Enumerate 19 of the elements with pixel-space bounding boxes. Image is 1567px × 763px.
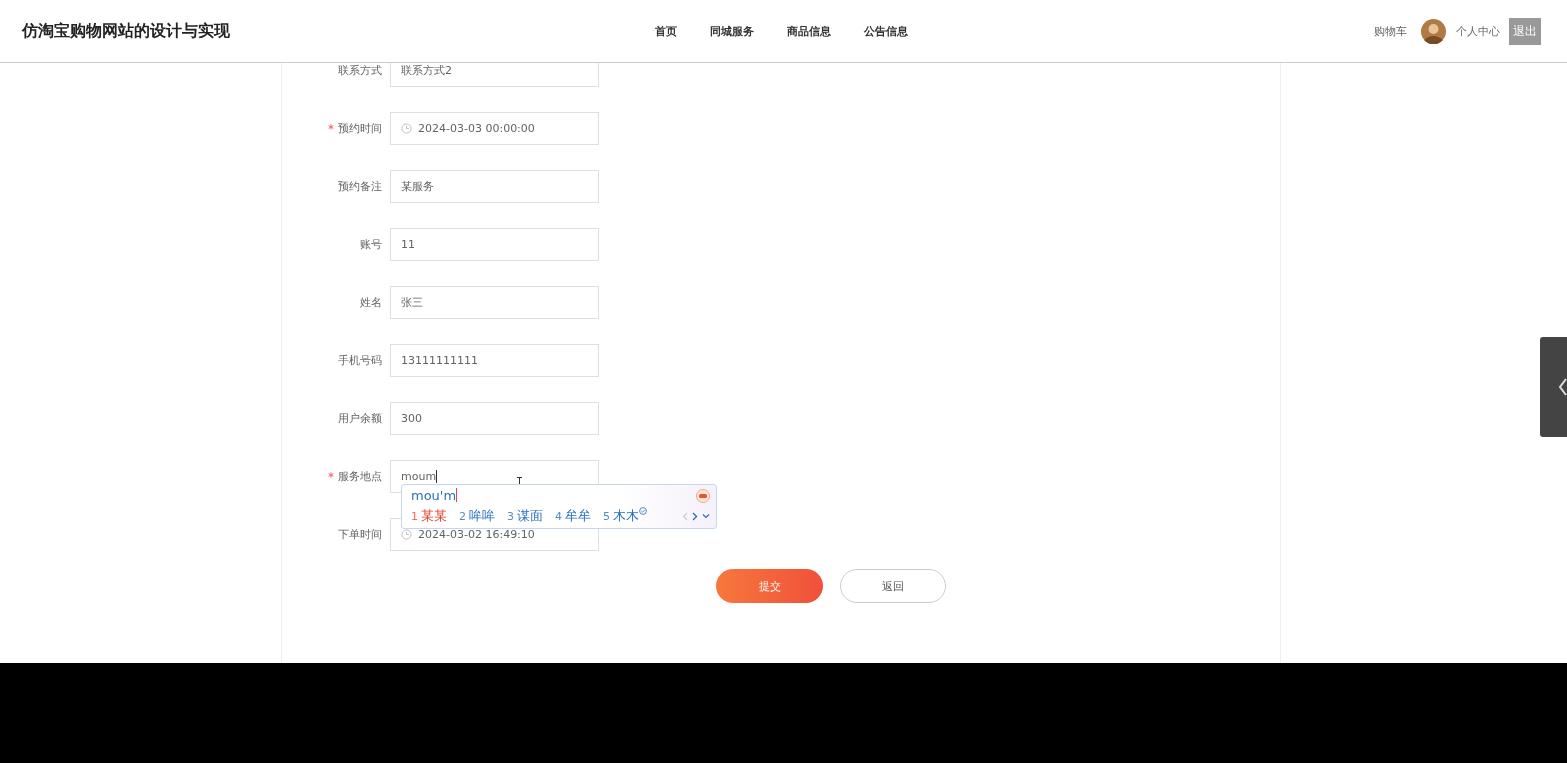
field-value: 13111111111 (401, 354, 478, 367)
field-label: 用户余额 (338, 411, 382, 426)
field-value: 300 (401, 412, 422, 425)
field-label: 姓名 (360, 295, 382, 310)
site-title: 仿淘宝购物网站的设计与实现 (22, 20, 231, 42)
field-label: 下单时间 (338, 527, 382, 542)
field-value: 联系方式2 (401, 63, 452, 78)
field-value: 2024-03-03 00:00:00 (418, 122, 535, 135)
field-label: 预约备注 (338, 179, 382, 194)
field-label: 账号 (360, 237, 382, 252)
field-value: 11 (401, 238, 415, 251)
field-value: 某服务 (401, 179, 434, 194)
field-value: 2024-03-02 16:49:10 (418, 528, 535, 541)
field-label: 预约时间 (338, 121, 382, 136)
field-label: 服务地点 (338, 469, 382, 484)
field-label: 联系方式 (338, 63, 382, 78)
field-label: 手机号码 (338, 353, 382, 368)
field-value: 张三 (401, 295, 423, 310)
field-value: moum (401, 470, 437, 483)
